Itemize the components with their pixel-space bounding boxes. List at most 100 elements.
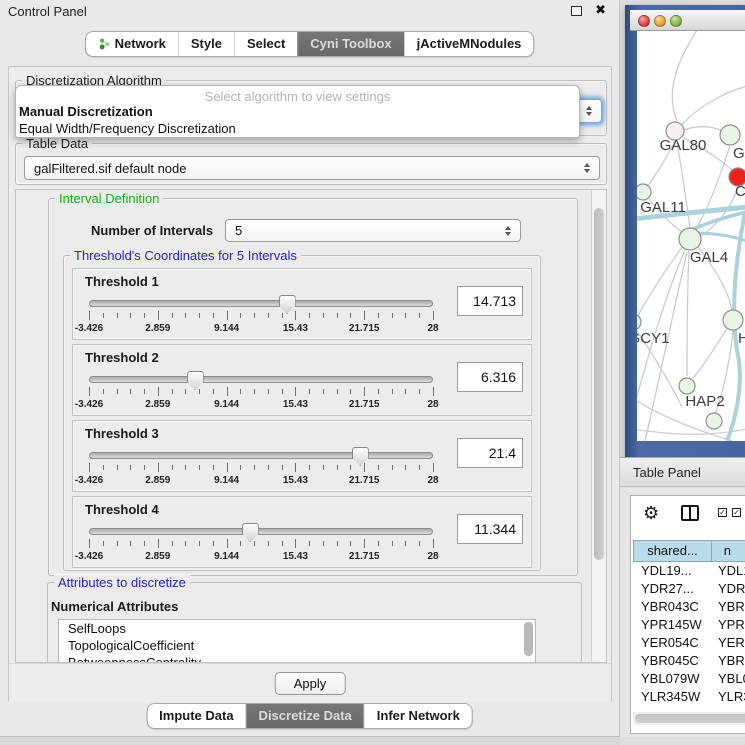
horizontal-scrollbar[interactable] [633,712,745,725]
network-node-ga[interactable] [720,125,740,145]
tab-impute-data[interactable]: Impute Data [147,704,245,728]
float-window-icon[interactable] [571,6,582,16]
cell-shared-name[interactable]: YDR27... [633,580,711,598]
table-data-combobox[interactable]: galFiltered.sif default node [24,156,600,180]
tab-jactivemnodules[interactable]: jActiveMNodules [404,32,534,56]
gear-icon[interactable]: ⚙ [643,503,659,525]
attribute-item-topologicalcoefficient[interactable]: TopologicalCoefficient [59,637,535,654]
close-traffic-light[interactable] [638,15,650,27]
checkbox-icon[interactable]: ✓ [732,508,741,517]
number-of-intervals-combobox[interactable]: 5 [225,219,521,242]
network-window-titlebar [630,10,745,31]
tab-network[interactable]: Network [86,32,178,56]
network-node-hap2[interactable] [679,378,695,394]
split-columns-icon[interactable] [681,505,699,521]
algorithm-option-manual-discretization[interactable]: Manual Discretization [16,103,579,120]
network-node-label: GAL80 [660,137,707,154]
tab-infer-network[interactable]: Infer Network [364,704,472,728]
attribute-item-betweennesscentrality[interactable]: BetweennessCentrality [59,654,535,663]
cell-name[interactable]: YBR0 [711,652,745,670]
algorithm-placeholder-option[interactable]: Select algorithm to view settings [16,86,579,103]
cell-shared-name[interactable]: YIL052C [633,706,711,710]
threshold-slider-4[interactable]: -3.4262.8599.14415.4321.71528 [89,523,433,565]
tab-label: Impute Data [159,708,233,723]
minimize-traffic-light[interactable] [654,15,666,27]
network-edge[interactable] [687,251,689,376]
list-scrollbar[interactable] [524,622,533,663]
interval-definition-label: Interval Definition [55,191,163,206]
network-node[interactable] [706,413,722,429]
column-header-shared-name[interactable]: shared... [633,540,711,562]
network-node-h[interactable] [723,310,743,330]
numerical-attributes-list: SelfLoopsTopologicalCoefficientBetweenne… [58,619,536,663]
zoom-traffic-light[interactable] [670,15,682,27]
threshold-value-field[interactable] [457,514,523,544]
table-row[interactable]: YBR043CYBR0 [633,598,745,616]
network-edge[interactable] [672,31,699,121]
threshold-slider-2[interactable]: -3.4262.8599.14415.4321.71528 [89,371,433,413]
cell-shared-name[interactable]: YER054C [633,634,711,652]
attributes-group: Attributes to discretize Numerical Attri… [47,582,582,663]
table-row[interactable]: YDR27...YDR2 [633,580,745,598]
cell-name[interactable]: YDR2 [711,580,745,598]
apply-button[interactable]: Apply [275,672,346,695]
slider-track[interactable] [89,300,433,307]
network-node-gal11[interactable] [637,184,651,200]
algorithm-option-equal-width-frequency-discretization[interactable]: Equal Width/Frequency Discretization [16,120,579,137]
tab-select[interactable]: Select [234,32,297,56]
cell-shared-name[interactable]: YBL079W [633,670,711,688]
cell-name[interactable]: YPR1 [711,616,745,634]
table-row[interactable]: YLR345WYLR3 [633,688,745,706]
vertical-scrollbar-thumb[interactable] [594,208,604,560]
horizontal-scrollbar-thumb[interactable] [635,714,745,723]
list-scrollbar-thumb[interactable] [524,622,533,656]
cell-shared-name[interactable]: YBR045C [633,652,711,670]
slider-tick-labels: -3.4262.8599.14415.4321.71528 [89,323,433,335]
network-edge-thick[interactable] [694,233,745,241]
slider-track[interactable] [89,528,433,535]
network-canvas[interactable]: GAL80GACGAL11GAL4GCY1HHAP2 [637,31,745,441]
network-node-gal4[interactable] [679,228,701,250]
close-icon[interactable]: ✖ [595,2,606,18]
threshold-value-field[interactable] [457,362,523,392]
cell-name[interactable]: YBL0 [711,670,745,688]
network-node-label: GCY1 [637,330,669,347]
table-row[interactable]: YER054CYER0 [633,634,745,652]
cell-name[interactable]: YER0 [711,634,745,652]
slider-track[interactable] [89,452,433,459]
table-row[interactable]: YPR145WYPR1 [633,616,745,634]
threshold-value-field[interactable] [457,438,523,468]
slider-track[interactable] [89,376,433,383]
cell-name[interactable]: YIL0 [711,706,745,710]
node-table-card: ⚙ ✓ ✓ shared... n YDL19...YDL1YDR27...YD… [630,495,745,734]
cell-shared-name[interactable]: YBR043C [633,598,711,616]
table-row[interactable]: YBL079WYBL0 [633,670,745,688]
network-edge[interactable] [682,86,745,125]
table-row[interactable]: YBR045CYBR0 [633,652,745,670]
threshold-slider-1[interactable]: -3.4262.8599.14415.4321.71528 [89,295,433,337]
network-node-label: GAL11 [640,199,686,216]
vertical-scrollbar[interactable] [591,190,606,662]
threshold-panel-1: Threshold 1-3.4262.8599.14415.4321.71528 [72,268,532,340]
cell-name[interactable]: YBR0 [711,598,745,616]
tab-style[interactable]: Style [178,32,234,56]
column-header-name[interactable]: n [711,540,745,562]
table-row[interactable]: YDL19...YDL1 [633,562,745,580]
threshold-slider-3[interactable]: -3.4262.8599.14415.4321.71528 [89,447,433,489]
threshold-value-field[interactable] [457,286,523,316]
network-edge[interactable] [684,127,722,131]
network-node-label: HAP2 [685,393,724,410]
attribute-item-selfloops[interactable]: SelfLoops [59,620,535,637]
tab-discretize-data[interactable]: Discretize Data [246,704,364,728]
network-edge[interactable] [693,328,727,378]
network-node-gcy1[interactable] [637,314,641,330]
slider-ticks [89,387,433,397]
cell-shared-name[interactable]: YDL19... [633,562,711,580]
cell-shared-name[interactable]: YLR345W [633,688,711,706]
table-row[interactable]: YIL052CYIL0 [633,706,745,710]
checkbox-icon[interactable]: ✓ [718,508,727,517]
cell-shared-name[interactable]: YPR145W [633,616,711,634]
cell-name[interactable]: YLR3 [711,688,745,706]
tab-cyni-toolbox[interactable]: Cyni Toolbox [297,32,403,56]
cell-name[interactable]: YDL1 [711,562,745,580]
